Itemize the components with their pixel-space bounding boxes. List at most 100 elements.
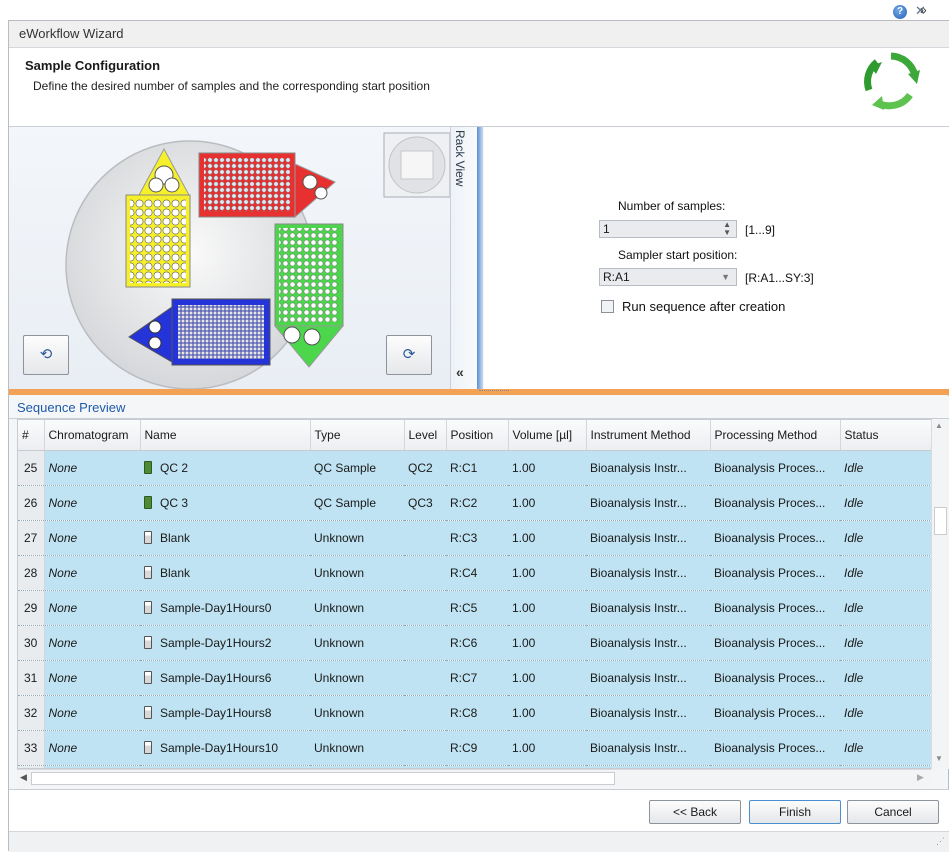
name-cell[interactable]: Sample-Day1Hours10 [140,730,310,766]
status-cell[interactable]: Idle [840,555,932,591]
column-header[interactable]: Position [446,420,509,451]
level-cell[interactable] [404,590,446,626]
position-cell[interactable]: R:C5 [446,590,508,626]
type-cell[interactable]: Unknown [310,590,404,626]
processing-method-cell[interactable]: Bioanalysis Proces... [710,520,840,556]
type-cell[interactable]: Unknown [310,660,404,696]
chromatogram-cell[interactable]: None [44,590,140,626]
column-header[interactable]: Processing Method [710,420,841,451]
type-cell[interactable]: Unknown [310,555,404,591]
table-row[interactable]: 32 None Sample-Day1Hours8 Unknown R:C8 1.00 Bi… [18,695,932,731]
rotate-left-button[interactable]: ⟲ [23,335,69,375]
processing-method-cell[interactable]: Bioanalysis Proces... [710,625,840,661]
row-number[interactable]: 25 [18,450,45,486]
table-row[interactable]: 26 None QC 3 QC Sample QC3 R:C2 1.00 Bioanalysi… [18,485,932,521]
volume-cell[interactable]: 1.00 [508,660,586,696]
table-row[interactable]: 31 None Sample-Day1Hours6 Unknown R:C7 1.00 Bi… [18,660,932,696]
cancel-button[interactable]: Cancel [847,800,939,824]
chromatogram-cell[interactable]: None [44,520,140,556]
collapse-chevron-icon[interactable]: » [920,3,927,17]
chromatogram-cell[interactable]: None [44,485,140,521]
instrument-method-cell[interactable]: Bioanalysis Instr... [586,450,710,486]
position-cell[interactable]: R:C7 [446,660,508,696]
type-cell[interactable]: Unknown [310,695,404,731]
type-cell[interactable]: Unknown [310,625,404,661]
status-cell[interactable]: Idle [840,730,932,766]
position-cell[interactable]: R:C8 [446,695,508,731]
column-header[interactable]: Level [404,420,447,451]
status-cell[interactable]: Idle [840,485,932,521]
row-number[interactable]: 27 [18,520,45,556]
column-header[interactable]: Name [140,420,311,451]
volume-cell[interactable]: 1.00 [508,730,586,766]
column-header[interactable]: Status [840,420,933,451]
run-sequence-checkbox[interactable] [601,300,614,313]
instrument-method-cell[interactable]: Bioanalysis Instr... [586,590,710,626]
vertical-scrollbar[interactable]: ▲ ▼ [931,419,949,769]
table-row[interactable]: 30 None Sample-Day1Hours2 Unknown R:C6 1.00 Bi… [18,625,932,661]
rotate-right-button[interactable]: ⟳ [386,335,432,375]
panel-splitter[interactable] [9,389,949,395]
level-cell[interactable] [404,625,446,661]
instrument-method-cell[interactable]: Bioanalysis Instr... [586,730,710,766]
status-cell[interactable]: Idle [840,520,932,556]
processing-method-cell[interactable]: Bioanalysis Proces... [710,555,840,591]
vertical-scroll-thumb[interactable] [934,507,947,535]
chromatogram-cell[interactable]: None [44,660,140,696]
instrument-method-cell[interactable]: Bioanalysis Instr... [586,485,710,521]
dropdown-arrow-icon[interactable]: ▼ [721,269,730,285]
position-cell[interactable]: R:C4 [446,555,508,591]
processing-method-cell[interactable]: Bioanalysis Proces... [710,450,840,486]
column-header[interactable]: # [18,420,45,451]
status-cell[interactable]: Idle [840,625,932,661]
volume-cell[interactable]: 1.00 [508,520,586,556]
position-cell[interactable]: R:C3 [446,520,508,556]
name-cell[interactable]: Sample-Day1Hours2 [140,625,310,661]
type-cell[interactable]: Unknown [310,520,404,556]
scroll-up-icon[interactable]: ▲ [935,421,943,430]
processing-method-cell[interactable]: Bioanalysis Proces... [710,730,840,766]
volume-cell[interactable]: 1.00 [508,450,586,486]
finish-button[interactable]: Finish [749,800,841,824]
spinner-arrows-icon[interactable]: ▲ ▼ [723,221,731,237]
status-cell[interactable]: Idle [840,660,932,696]
scroll-left-icon[interactable]: ◀ [20,772,27,783]
row-number[interactable]: 33 [18,730,45,766]
status-cell[interactable]: Idle [840,450,932,486]
processing-method-cell[interactable]: Bioanalysis Proces... [710,660,840,696]
level-cell[interactable] [404,730,446,766]
name-cell[interactable]: Sample-Day1Hours0 [140,590,310,626]
table-row[interactable]: 28 None Blank Unknown R:C4 1.00 Bioanalysis In… [18,555,932,591]
instrument-method-cell[interactable]: Bioanalysis Instr... [586,695,710,731]
processing-method-cell[interactable]: Bioanalysis Proces... [710,485,840,521]
collapse-rack-icon[interactable]: « [456,364,464,380]
table-row[interactable]: 25 None QC 2 QC Sample QC2 R:C1 1.00 Bioanalysi… [18,450,932,486]
name-cell[interactable]: Sample-Day1Hours8 [140,695,310,731]
name-cell[interactable]: Blank [140,520,310,556]
instrument-method-cell[interactable]: Bioanalysis Instr... [586,555,710,591]
horizontal-scrollbar[interactable]: ◀ ▶ [17,769,931,787]
num-samples-spinner[interactable]: 1 ▲ ▼ [599,220,737,238]
level-cell[interactable]: QC3 [404,485,446,521]
chromatogram-cell[interactable]: None [44,450,140,486]
name-cell[interactable]: QC 2 [140,450,310,486]
rack-splitter[interactable] [477,127,483,389]
level-cell[interactable] [404,520,446,556]
table-row[interactable]: 27 None Blank Unknown R:C3 1.00 Bioanalysis In… [18,520,932,556]
chromatogram-cell[interactable]: None [44,625,140,661]
volume-cell[interactable]: 1.00 [508,695,586,731]
horizontal-scroll-thumb[interactable] [31,772,615,785]
processing-method-cell[interactable]: Bioanalysis Proces... [710,590,840,626]
row-number[interactable]: 28 [18,555,45,591]
scroll-right-icon[interactable]: ▶ [917,772,924,783]
column-header[interactable]: Type [310,420,405,451]
row-number[interactable]: 32 [18,695,45,731]
name-cell[interactable]: QC 3 [140,485,310,521]
row-number[interactable]: 29 [18,590,45,626]
row-number[interactable]: 30 [18,625,45,661]
scroll-down-icon[interactable]: ▼ [935,754,943,763]
table-row[interactable]: 33 None Sample-Day1Hours10 Unknown R:C9 1.00 B… [18,730,932,766]
level-cell[interactable] [404,660,446,696]
chromatogram-cell[interactable]: None [44,695,140,731]
position-cell[interactable]: R:C2 [446,485,508,521]
